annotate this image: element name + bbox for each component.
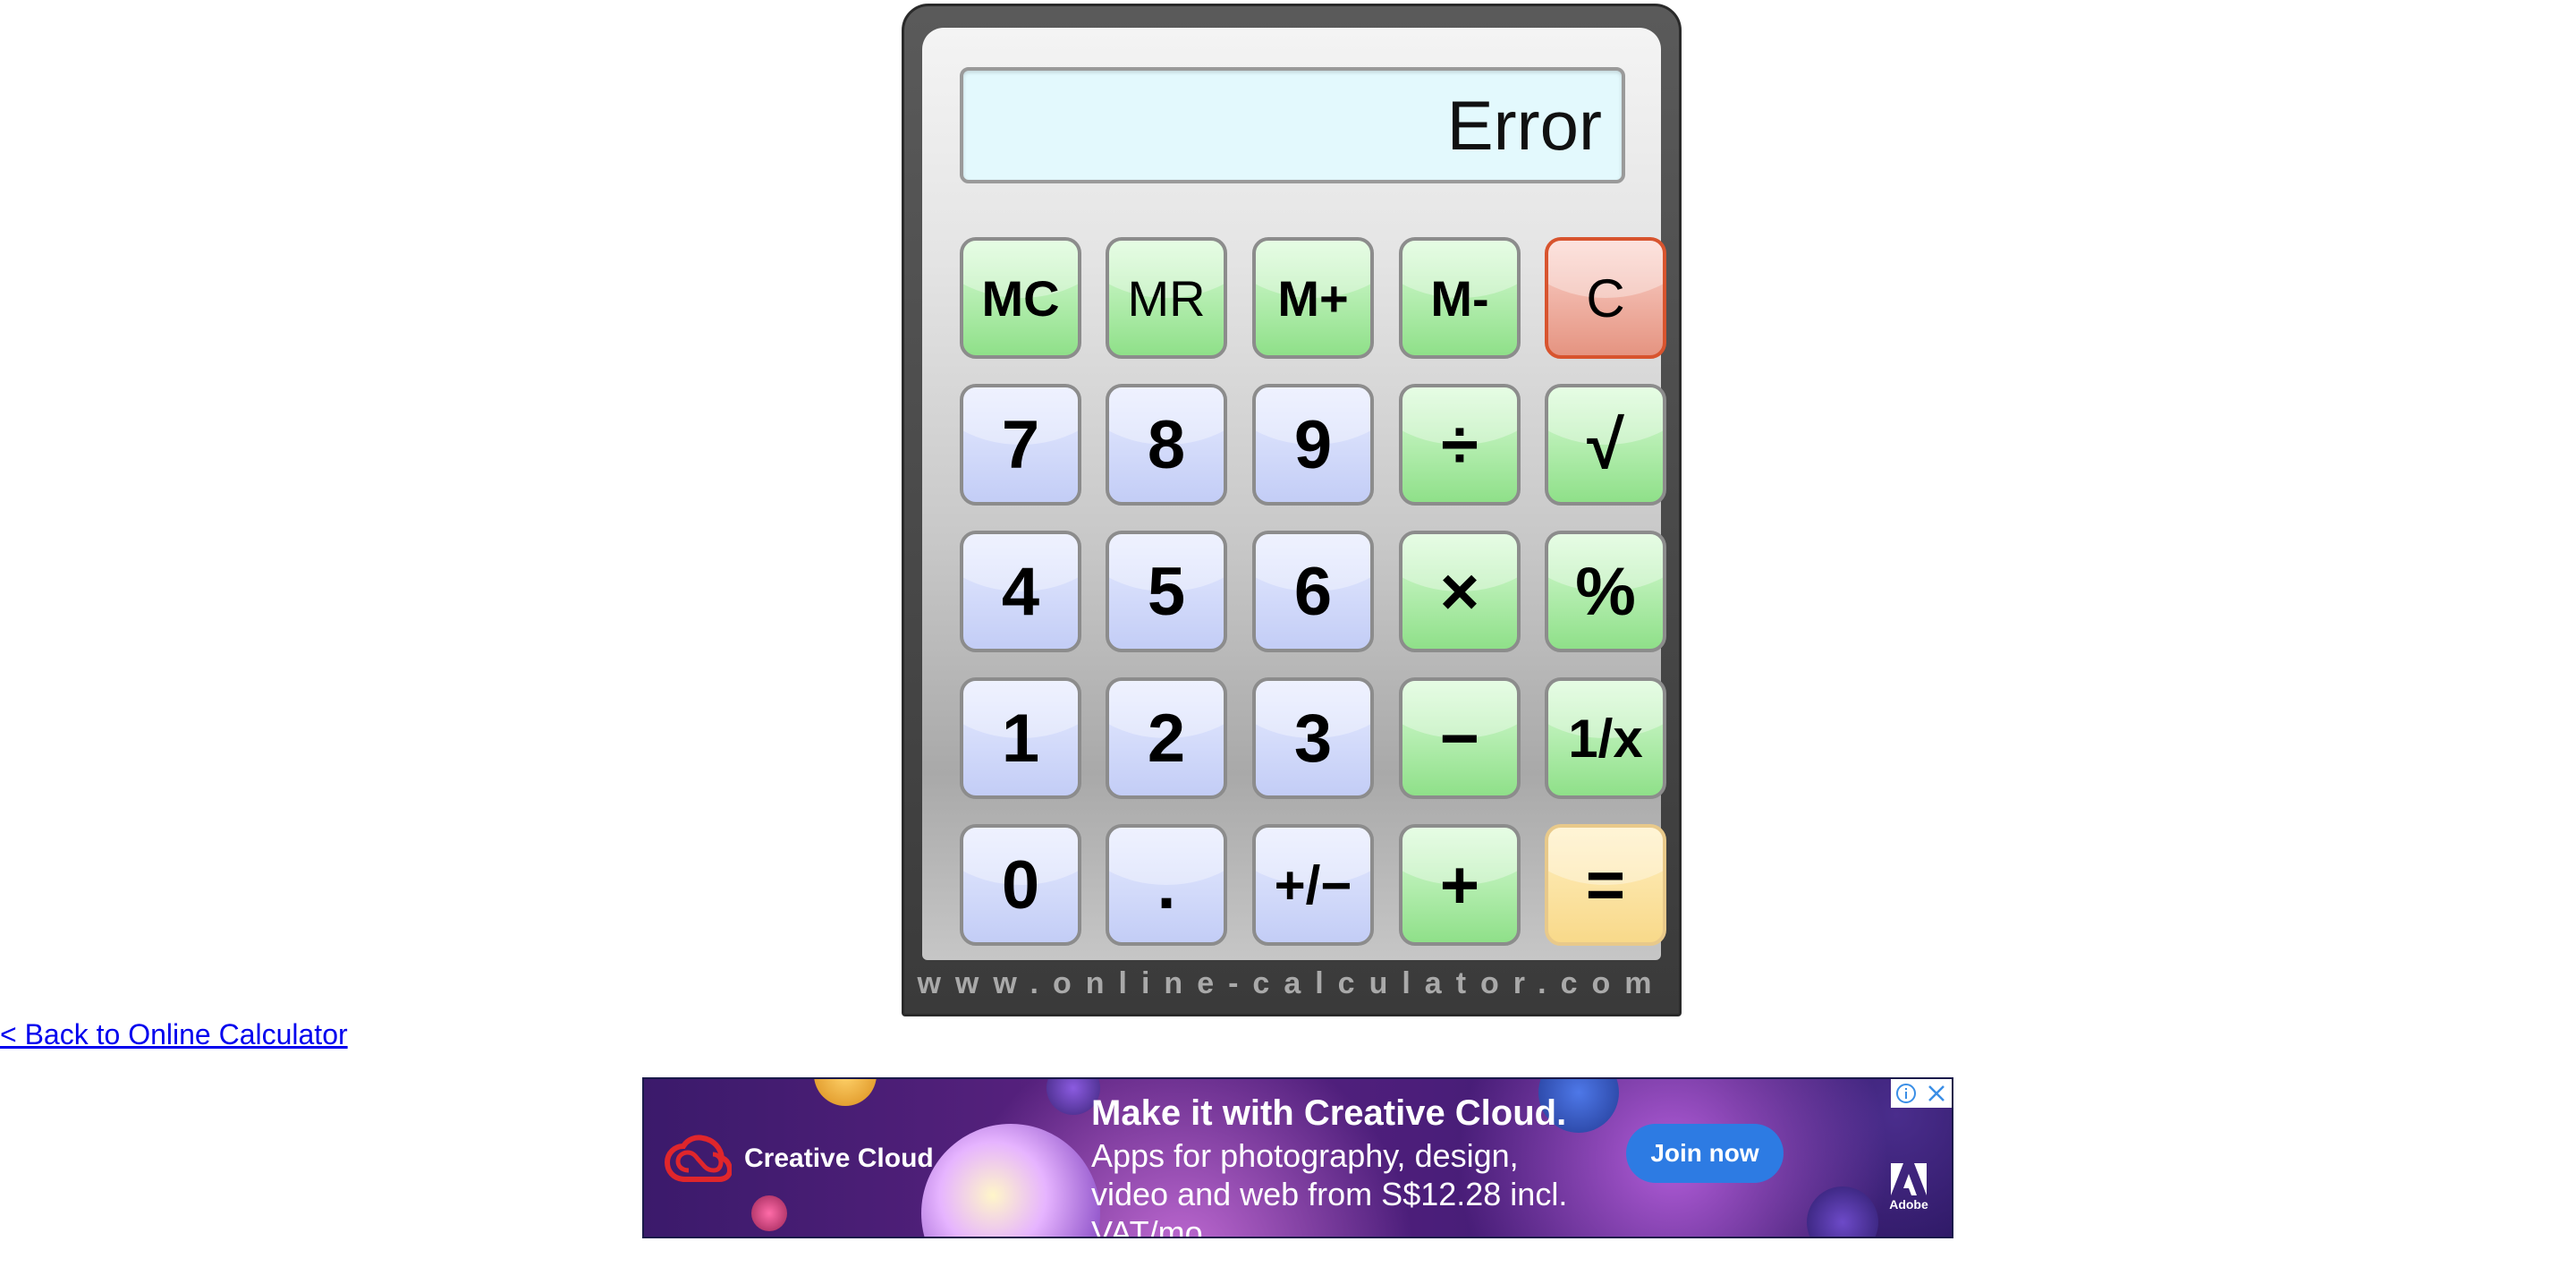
digit-2-button[interactable]: 2 — [1106, 677, 1227, 799]
negate-button[interactable]: +/− — [1252, 824, 1374, 946]
ad-decor-orb — [1807, 1186, 1878, 1237]
ad-brand-name: Creative Cloud — [744, 1144, 934, 1173]
ad-decor-orb — [751, 1195, 787, 1231]
digit-3-button[interactable]: 3 — [1252, 677, 1374, 799]
m-plus-button[interactable]: M+ — [1252, 237, 1374, 359]
mc-button[interactable]: MC — [960, 237, 1081, 359]
ad-info-button[interactable] — [1891, 1079, 1921, 1108]
sqrt-button[interactable]: √ — [1545, 384, 1666, 506]
adobe-logo-icon — [1891, 1163, 1927, 1195]
ad-controls — [1891, 1079, 1952, 1108]
page: Error MC MR M+ M- C 7 8 9 ÷ √ 4 5 6 × % … — [0, 0, 2576, 1267]
calculator-brand: www.online-calculator.com — [917, 966, 1666, 1000]
ad-planet-image — [921, 1124, 1100, 1237]
calculator-face: Error MC MR M+ M- C 7 8 9 ÷ √ 4 5 6 × % … — [922, 28, 1666, 960]
percent-button[interactable]: % — [1545, 531, 1666, 652]
digit-5-button[interactable]: 5 — [1106, 531, 1227, 652]
digit-7-button[interactable]: 7 — [960, 384, 1081, 506]
clear-button[interactable]: C — [1545, 237, 1666, 359]
digit-6-button[interactable]: 6 — [1252, 531, 1374, 652]
ad-close-button[interactable] — [1921, 1079, 1952, 1108]
m-minus-button[interactable]: M- — [1399, 237, 1521, 359]
ad-banner[interactable]: Creative Cloud Make it with Creative Clo… — [642, 1077, 1953, 1238]
calculator: Error MC MR M+ M- C 7 8 9 ÷ √ 4 5 6 × % … — [902, 4, 1682, 1016]
mr-button[interactable]: MR — [1106, 237, 1227, 359]
adobe-logo: Adobe — [1889, 1163, 1928, 1212]
creative-cloud-logo-icon — [664, 1135, 732, 1182]
ad-body-text: Apps for photography, design, video and … — [1091, 1137, 1568, 1238]
decimal-button[interactable]: . — [1106, 824, 1227, 946]
ad-decor-orb — [814, 1079, 877, 1106]
close-icon — [1928, 1085, 1945, 1101]
digit-0-button[interactable]: 0 — [960, 824, 1081, 946]
calculator-display: Error — [960, 67, 1625, 183]
subtract-button[interactable]: − — [1399, 677, 1521, 799]
info-icon — [1896, 1084, 1916, 1103]
divide-button[interactable]: ÷ — [1399, 384, 1521, 506]
multiply-button[interactable]: × — [1399, 531, 1521, 652]
join-now-button[interactable]: Join now — [1626, 1124, 1784, 1183]
digit-4-button[interactable]: 4 — [960, 531, 1081, 652]
equals-button[interactable]: = — [1545, 824, 1666, 946]
adobe-label: Adobe — [1889, 1197, 1928, 1212]
ad-headline: Make it with Creative Cloud. — [1091, 1093, 1567, 1133]
digit-9-button[interactable]: 9 — [1252, 384, 1374, 506]
reciprocal-button[interactable]: 1/x — [1545, 677, 1666, 799]
add-button[interactable]: + — [1399, 824, 1521, 946]
digit-8-button[interactable]: 8 — [1106, 384, 1227, 506]
back-to-calculator-link[interactable]: < Back to Online Calculator — [0, 1018, 348, 1051]
digit-1-button[interactable]: 1 — [960, 677, 1081, 799]
